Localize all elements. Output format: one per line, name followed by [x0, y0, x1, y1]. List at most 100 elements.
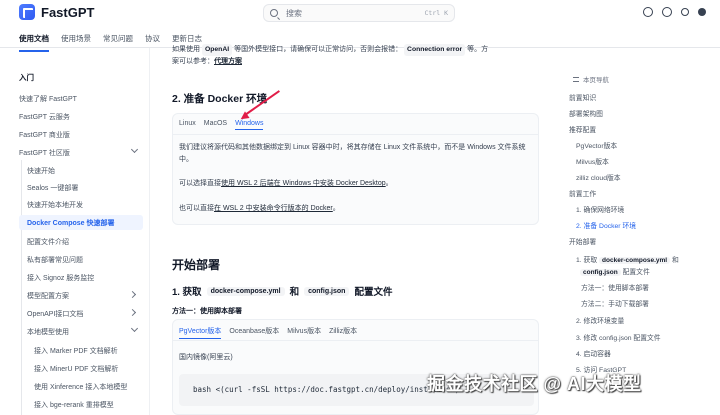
toc-item[interactable]: 前置工作 — [569, 188, 596, 198]
heading-get-files: 1. 获取 docker-compose.yml 和 config.json 配… — [172, 284, 392, 298]
toc-item[interactable]: 方法二：手动下载部署 — [581, 298, 649, 308]
inline-code: docker-compose.yml — [599, 257, 671, 264]
method-one-label: 方法一：使用脚本部署 — [172, 308, 242, 315]
option-text: 可以选择直接 — [179, 180, 221, 187]
main-content: 如果使用 OpenAI 等国外模型接口，请确保可以正常访问，否则会报错： Con… — [150, 44, 545, 415]
search-input[interactable]: 搜索 Ctrl K — [263, 4, 455, 22]
sidebar-item-openapi[interactable]: OpenAPI接口文档 — [27, 309, 83, 319]
toc-item[interactable]: 4. 启动容器 — [576, 348, 611, 358]
watermark: 掘金技术社区 @ AI大模型 — [427, 374, 642, 394]
tab-windows[interactable]: Windows — [235, 120, 264, 130]
header-icons — [643, 7, 706, 17]
windows-option-2: 也可以直接在 WSL 2 中安装命令行版本的 Docker。 — [179, 203, 529, 215]
toc-item[interactable]: PgVector版本 — [576, 140, 617, 150]
toc-item[interactable]: 1. 确保网络环境 — [576, 204, 624, 214]
tab-macos[interactable]: MacOS — [204, 120, 227, 130]
db-tabs-panel: PgVector版本 Oceanbase版本 Milvus版本 Zilliz版本… — [172, 319, 539, 415]
sidebar-item-quickstart[interactable]: 快速开始 — [27, 166, 55, 176]
search-icon — [270, 9, 278, 17]
toc-item[interactable]: 1. 获取 docker-compose.yml 和 — [576, 254, 679, 264]
sidebar-item-sealos[interactable]: Sealos 一键部署 — [27, 183, 78, 193]
toc: 本页导航 前置知识 部署架构图 推荐配置 PgVector版本 Milvus版本… — [560, 48, 720, 415]
heading-start-deploy: 开始部署 — [172, 258, 221, 272]
os-tabs-panel: Linux MacOS Windows 我们建议将源代码和其他数据绑定到 Lin… — [172, 113, 539, 225]
tab-linux[interactable]: Linux — [179, 120, 196, 130]
proxy-link[interactable]: 代理方案 — [214, 58, 242, 65]
sidebar-item-commercial[interactable]: FastGPT 商业版 — [19, 130, 70, 140]
intro-text: 等国外模型接口，请确保可以正常访问，否则会报错： — [234, 46, 403, 53]
sidebar-item-signoz[interactable]: 接入 Signoz 服务监控 — [27, 273, 94, 283]
sidebar-item-private-faq[interactable]: 私有部署常见问题 — [27, 255, 83, 265]
sidebar-item-bge-rerank[interactable]: 接入 bge-rerank 重排模型 — [34, 400, 114, 410]
install-command: bash <(curl -fsSL https://doc.fastgpt.cn… — [193, 385, 460, 394]
mirror-label: 国内镜像(阿里云) — [179, 354, 233, 361]
toc-item[interactable]: 方法一：使用脚本部署 — [581, 282, 649, 292]
intro-paragraph: 如果使用 OpenAI 等国外模型接口，请确保可以正常访问，否则会报错： Con… — [172, 44, 532, 68]
inline-code: config.json — [580, 269, 621, 276]
logo[interactable]: FastGPT — [19, 4, 94, 20]
sidebar-item-cloud[interactable]: FastGPT 云服务 — [19, 112, 70, 122]
tab-pgvector[interactable]: PgVector版本 — [179, 326, 222, 339]
sidebar-item-local-model[interactable]: 本地模型使用 — [27, 327, 69, 337]
option-text: 。 — [332, 205, 340, 212]
inline-code: Connection error — [404, 44, 466, 56]
db-tabs: PgVector版本 Oceanbase版本 Milvus版本 Zilliz版本 — [179, 326, 357, 339]
toc-text: 1. 获取 — [576, 257, 598, 264]
intro-text: 案可以参考： — [172, 58, 214, 65]
sidebar-item-xinference[interactable]: 使用 Xinference 接入本地模型 — [34, 382, 127, 392]
app-name: FastGPT — [41, 4, 95, 20]
option-text: 。 — [385, 180, 393, 187]
toc-title: 本页导航 — [573, 74, 609, 84]
moon-icon[interactable] — [698, 8, 706, 16]
intro-text: 等。方 — [467, 46, 489, 53]
tab-milvus[interactable]: Milvus版本 — [287, 326, 321, 339]
toc-item[interactable]: Milvus版本 — [576, 156, 609, 166]
inline-code: OpenAI — [201, 44, 233, 56]
list-icon — [573, 76, 579, 82]
intro-text: 如果使用 — [172, 46, 200, 53]
sidebar-item-model-config[interactable]: 模型配置方案 — [27, 291, 69, 301]
sidebar-item-community[interactable]: FastGPT 社区版 — [19, 148, 70, 158]
toc-text: 配置文件 — [622, 269, 650, 276]
sidebar-item-config[interactable]: 配置文件介绍 — [27, 237, 69, 247]
toc-item[interactable]: 3. 修改 config.json 配置文件 — [576, 332, 661, 342]
tab-oceanbase[interactable]: Oceanbase版本 — [229, 326, 279, 339]
toc-title-text: 本页导航 — [583, 77, 609, 84]
windows-note: 我们建议将源代码和其他数据绑定到 Linux 容器中时，将其存储在 Linux … — [179, 144, 526, 163]
toc-item[interactable]: 2. 修改环境变量 — [576, 315, 624, 325]
heading-text: 1. 获取 — [172, 287, 202, 298]
sidebar-item-mineru[interactable]: 接入 MinerU PDF 文档解析 — [34, 364, 118, 374]
option-text: 也可以直接 — [179, 205, 214, 212]
sidebar: 入门 快速了解 FastGPT FastGPT 云服务 FastGPT 商业版 … — [0, 48, 150, 415]
toc-item[interactable]: 部署架构图 — [569, 108, 603, 118]
tab-divider — [173, 134, 538, 135]
toc-item[interactable]: config.json 配置文件 — [580, 266, 650, 276]
search-shortcut: Ctrl K — [424, 9, 448, 17]
os-tabs: Linux MacOS Windows — [179, 120, 264, 130]
search-placeholder: 搜索 — [286, 8, 302, 18]
sidebar-item-local-dev[interactable]: 快速开始本地开发 — [27, 200, 83, 210]
toc-item-active[interactable]: 2. 准备 Docker 环境 — [576, 220, 636, 230]
toc-item[interactable]: 开始部署 — [569, 236, 596, 246]
wsl-docker-desktop-link[interactable]: 使用 WSL 2 后端在 Windows 中安装 Docker Desktop — [221, 180, 386, 187]
chevron-right-icon[interactable] — [128, 308, 137, 317]
fastgpt-logo-icon — [19, 4, 35, 20]
chevron-down-icon[interactable] — [130, 145, 139, 154]
tab-zilliz[interactable]: Zilliz版本 — [329, 326, 357, 339]
wsl-docker-cli-link[interactable]: 在 WSL 2 中安装命令行版本的 Docker — [214, 205, 333, 212]
chevron-right-icon[interactable] — [128, 290, 137, 299]
chevron-down-icon[interactable] — [130, 324, 139, 333]
heading-docker-env: 2. 准备 Docker 环境 — [172, 93, 268, 105]
toc-item[interactable]: 前置知识 — [569, 92, 596, 102]
sidebar-item-intro[interactable]: 快速了解 FastGPT — [19, 94, 77, 104]
openai-icon[interactable] — [643, 7, 653, 17]
heading-text: 配置文件 — [354, 287, 393, 298]
sidebar-section-title: 入门 — [19, 73, 34, 82]
github-icon[interactable] — [662, 7, 672, 17]
toc-item[interactable]: 推荐配置 — [569, 124, 596, 134]
sun-icon[interactable] — [681, 8, 689, 16]
tree-line — [21, 160, 22, 415]
sidebar-item-marker[interactable]: 接入 Marker PDF 文档解析 — [34, 346, 118, 356]
sidebar-item-docker-compose[interactable]: Docker Compose 快速部署 — [27, 218, 115, 228]
toc-item[interactable]: zilliz cloud版本 — [576, 172, 621, 182]
